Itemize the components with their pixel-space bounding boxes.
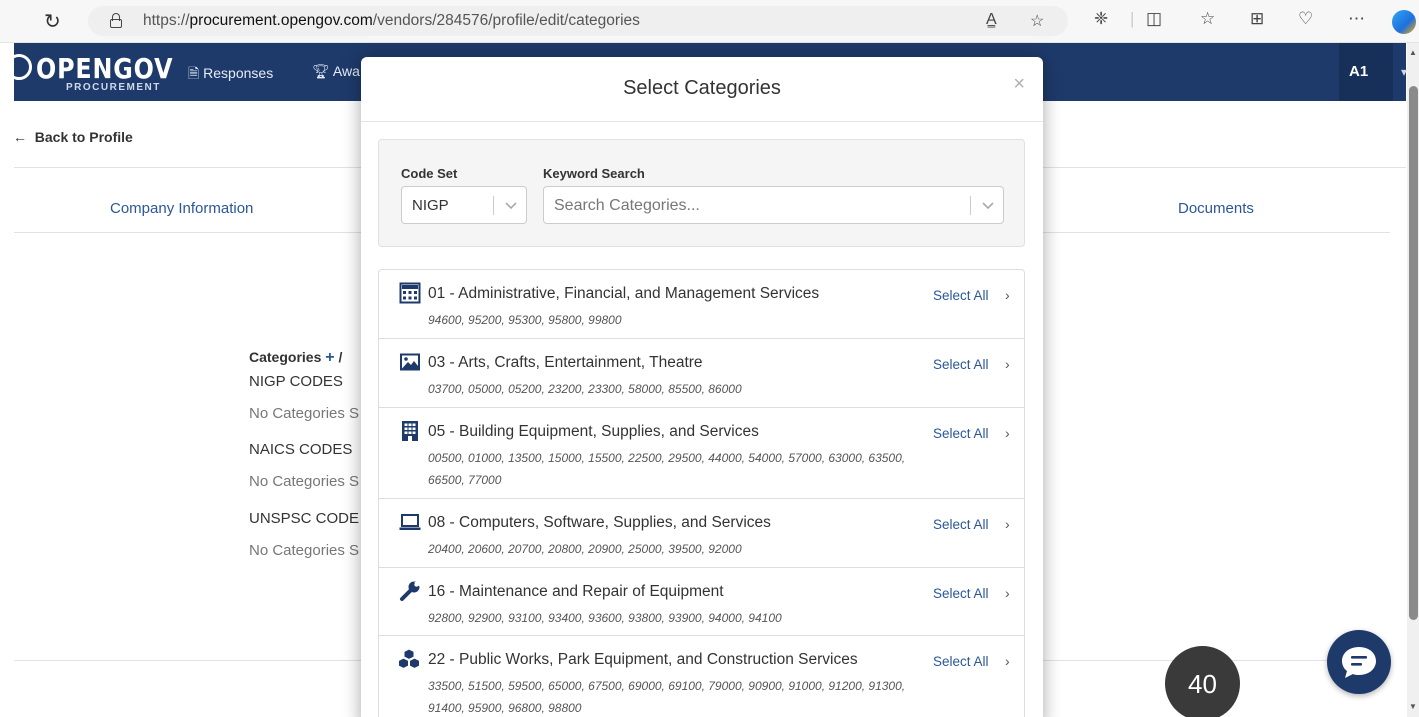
- favorite-icon[interactable]: ☆: [1030, 11, 1044, 31]
- chevron-right-icon[interactable]: ›: [1005, 287, 1010, 303]
- browser-toolbar: ↻ https://procurement.opengov.com/vendor…: [0, 0, 1419, 43]
- code-set-select[interactable]: NIGP: [401, 186, 527, 224]
- categories-heading: Categories + /: [249, 349, 343, 366]
- category-codes: 33500, 51500, 59500, 65000, 67500, 69000…: [428, 679, 906, 715]
- toolbar-divider: |: [1130, 9, 1135, 28]
- filter-panel: Code Set Keyword Search NIGP Search Cate…: [378, 139, 1025, 247]
- category-codes: 00500, 01000, 13500, 15000, 15500, 22500…: [428, 451, 906, 487]
- nav-responses[interactable]: 🗎 Responses: [188, 63, 273, 87]
- count-badge: 40: [1165, 646, 1240, 717]
- cubes-icon: [398, 648, 420, 670]
- category-codes: 94600, 95200, 95300, 95800, 99800: [428, 313, 622, 327]
- scroll-down-icon[interactable]: ▼: [1409, 702, 1417, 711]
- code-set-value: NIGP: [412, 197, 449, 214]
- category-title: 03 - Arts, Crafts, Entertainment, Theatr…: [428, 354, 703, 371]
- select-all-link[interactable]: Select All: [933, 288, 989, 303]
- naics-codes-status: No Categories S: [249, 473, 360, 490]
- category-title: 05 - Building Equipment, Supplies, and S…: [428, 423, 759, 440]
- user-menu[interactable]: A1: [1339, 43, 1393, 101]
- nav-awards[interactable]: 🏆︎ Awa: [312, 63, 360, 80]
- modal-title: Select Categories: [623, 77, 781, 99]
- collections-icon[interactable]: ⊞: [1250, 9, 1264, 29]
- category-list: 01 - Administrative, Financial, and Mana…: [378, 269, 1025, 717]
- scrollbar-thumb[interactable]: [1409, 86, 1418, 620]
- category-row[interactable]: 22 - Public Works, Park Equipment, and C…: [379, 636, 1024, 717]
- lock-icon[interactable]: [110, 13, 122, 28]
- url-text[interactable]: https://procurement.opengov.com/vendors/…: [143, 12, 640, 30]
- category-row[interactable]: 01 - Administrative, Financial, and Mana…: [379, 270, 1024, 339]
- select-all-link[interactable]: Select All: [933, 654, 989, 669]
- keyword-search-label: Keyword Search: [543, 166, 645, 181]
- logo-text[interactable]: OPENGOV: [36, 52, 173, 85]
- calculator-icon: [399, 282, 421, 304]
- tab-company-information[interactable]: Company Information: [110, 200, 253, 217]
- close-icon[interactable]: ×: [1013, 73, 1025, 96]
- chevron-right-icon[interactable]: ›: [1005, 425, 1010, 441]
- keyword-search-placeholder: Search Categories...: [554, 197, 700, 214]
- logo-mark-icon: [6, 54, 32, 80]
- more-icon[interactable]: ⋯: [1348, 9, 1365, 29]
- avatar[interactable]: A1: [1349, 63, 1368, 80]
- back-to-profile-link[interactable]: ← Back to Profile: [13, 129, 133, 145]
- copilot-icon[interactable]: [1392, 10, 1416, 34]
- address-bar[interactable]: https://procurement.opengov.com/vendors/…: [88, 6, 1068, 36]
- select-all-link[interactable]: Select All: [933, 357, 989, 372]
- category-codes: 20400, 20600, 20700, 20800, 20900, 25000…: [428, 542, 742, 556]
- category-title: 16 - Maintenance and Repair of Equipment: [428, 583, 724, 600]
- performance-icon[interactable]: ♡: [1298, 9, 1313, 29]
- keyword-search-input[interactable]: Search Categories...: [543, 186, 1004, 224]
- code-set-label: Code Set: [401, 166, 458, 181]
- category-row[interactable]: 08 - Computers, Software, Supplies, and …: [379, 499, 1024, 568]
- select-categories-modal: Select Categories × Code Set Keyword Sea…: [361, 57, 1043, 717]
- naics-codes-heading: NAICS CODES: [249, 441, 353, 458]
- unspsc-codes-status: No Categories S: [249, 542, 360, 559]
- chevron-right-icon[interactable]: ›: [1005, 585, 1010, 601]
- chevron-down-icon[interactable]: [979, 196, 997, 214]
- chevron-down-icon[interactable]: [502, 196, 520, 214]
- category-title: 22 - Public Works, Park Equipment, and C…: [428, 651, 858, 668]
- select-all-link[interactable]: Select All: [933, 586, 989, 601]
- category-codes: 03700, 05000, 05200, 23200, 23300, 58000…: [428, 382, 742, 396]
- category-title: 01 - Administrative, Financial, and Mana…: [428, 285, 820, 302]
- trophy-icon: 🏆︎: [312, 63, 330, 79]
- divider: [361, 121, 1043, 122]
- wrench-icon: [400, 581, 420, 601]
- category-row[interactable]: 05 - Building Equipment, Supplies, and S…: [379, 408, 1024, 499]
- reload-icon[interactable]: ↻: [44, 9, 61, 34]
- nigp-codes-heading: NIGP CODES: [249, 373, 343, 390]
- extensions-icon[interactable]: ❈: [1094, 9, 1108, 29]
- chat-button[interactable]: [1327, 630, 1391, 694]
- select-all-link[interactable]: Select All: [933, 426, 989, 441]
- laptop-icon: [399, 514, 421, 530]
- tab-documents[interactable]: Documents: [1178, 200, 1254, 217]
- category-row[interactable]: 16 - Maintenance and Repair of Equipment…: [379, 568, 1024, 636]
- logo-subtitle: PROCUREMENT: [66, 82, 161, 93]
- split-screen-icon[interactable]: ◫: [1146, 9, 1162, 29]
- category-title: 08 - Computers, Software, Supplies, and …: [428, 514, 771, 531]
- building-icon: [402, 421, 418, 441]
- unspsc-codes-heading: UNSPSC CODE: [249, 510, 360, 527]
- chevron-right-icon[interactable]: ›: [1005, 653, 1010, 669]
- chevron-right-icon[interactable]: ›: [1005, 356, 1010, 372]
- scroll-up-icon[interactable]: ▲: [1409, 48, 1417, 57]
- nigp-codes-status: No Categories S: [249, 405, 360, 422]
- document-icon: 🗎: [188, 65, 200, 81]
- image-icon: [400, 353, 420, 371]
- select-all-link[interactable]: Select All: [933, 517, 989, 532]
- chevron-right-icon[interactable]: ›: [1005, 516, 1010, 532]
- read-aloud-icon[interactable]: A͇: [986, 11, 997, 29]
- category-row[interactable]: 03 - Arts, Crafts, Entertainment, Theatr…: [379, 339, 1024, 408]
- plus-icon[interactable]: +: [325, 349, 334, 366]
- favorites-list-icon[interactable]: ☆: [1200, 9, 1215, 29]
- chat-icon: [1342, 647, 1376, 678]
- category-codes: 92800, 92900, 93100, 93400, 93600, 93800…: [428, 611, 782, 625]
